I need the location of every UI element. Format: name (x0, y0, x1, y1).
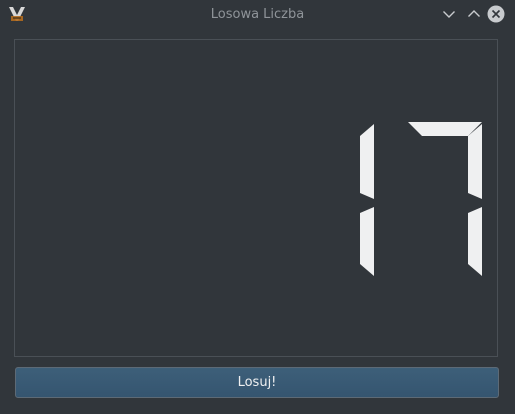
lcd-digits (360, 122, 482, 276)
title-bar[interactable]: Losowa Liczba (0, 0, 515, 29)
lcd-digit-2 (408, 122, 482, 276)
app-window: Losowa Liczba Losuj! (0, 0, 515, 414)
chevron-down-icon[interactable] (440, 5, 458, 23)
chevron-up-icon[interactable] (465, 5, 483, 23)
lcd-segment-b (360, 124, 374, 199)
lcd-segment-c (360, 207, 374, 276)
lcd-digit-1 (360, 124, 374, 276)
lcd-segment-c (468, 207, 482, 276)
window-title: Losowa Liczba (210, 7, 305, 22)
lcd-segment-b (468, 124, 482, 199)
app-icon (9, 7, 25, 21)
close-icon[interactable] (487, 5, 505, 23)
lcd-number-display (14, 39, 498, 357)
roll-button[interactable]: Losuj! (15, 367, 499, 398)
